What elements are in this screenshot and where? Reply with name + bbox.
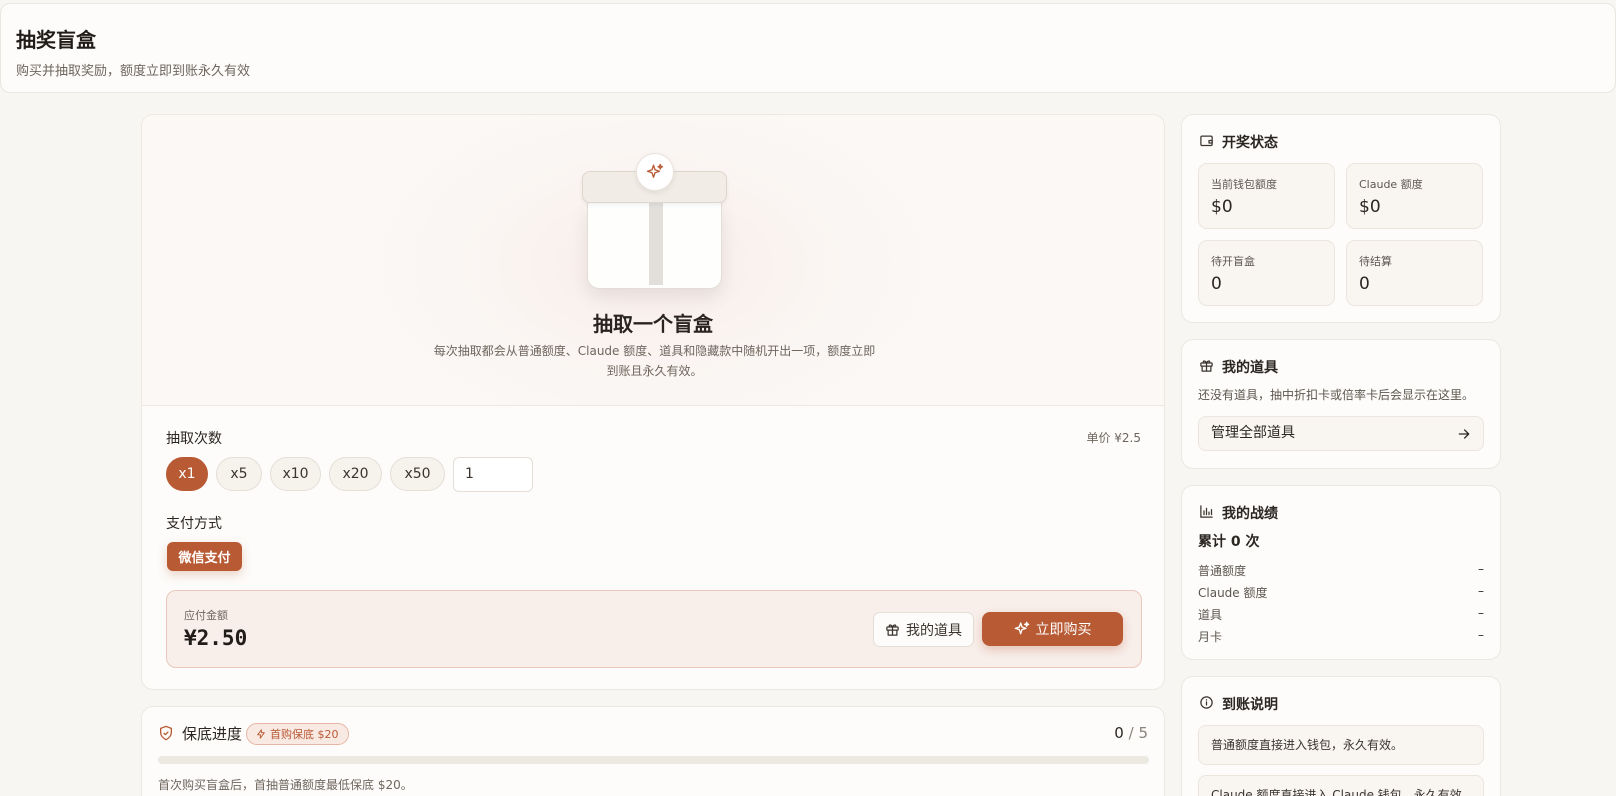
arrival-notes-card: 到账说明 普通额度直接进入钱包，永久有效。 Claude 额度直接进入 Clau… (1181, 676, 1501, 796)
gift-ribbon (649, 203, 663, 285)
my-record-title: 我的战绩 (1222, 506, 1278, 522)
gift-box-illustration (582, 153, 727, 289)
stat-label: 当前钱包额度 (1211, 178, 1277, 191)
page-subtitle: 购买并抽取奖励，额度立即到账永久有效 (16, 64, 251, 79)
record-row: 月卡 – (1198, 628, 1484, 645)
stat-value: 0 (1359, 274, 1370, 294)
buy-now-button[interactable]: 立即购买 (982, 612, 1123, 646)
hero-description: 每次抽取都会从普通额度、Claude 额度、道具和隐藏款中随机开出一项，额度立即… (433, 344, 876, 378)
guarantee-badge: 首购保底 $20 (246, 723, 349, 745)
stat-value: 0 (1211, 274, 1222, 294)
record-row-value: – (1478, 628, 1484, 642)
gift-box-body (587, 203, 722, 289)
record-row-value: – (1478, 562, 1484, 576)
my-items-title: 我的道具 (1222, 360, 1278, 376)
hero-title: 抽取一个盲盒 (593, 312, 713, 336)
guarantee-progress-bar (158, 756, 1149, 764)
page-title: 抽奖盲盒 (16, 28, 96, 52)
guarantee-progress-count: 0 / 5 (1114, 724, 1148, 742)
guarantee-total: 5 (1138, 724, 1148, 742)
record-row: 道具 – (1198, 606, 1484, 623)
draw-status-title: 开奖状态 (1222, 135, 1278, 151)
arrival-note: Claude 额度直接进入 Claude 钱包，永久有效。 (1198, 775, 1484, 796)
arrival-notes-title: 到账说明 (1222, 697, 1278, 713)
arrow-right-icon (1458, 429, 1470, 439)
page-header: 抽奖盲盒 购买并抽取奖励，额度立即到账永久有效 (0, 3, 1616, 93)
gift-icon (1200, 360, 1213, 372)
my-items-card: 我的道具 还没有道具，抽中折扣卡或倍率卡后会显示在这里。 管理全部道具 (1181, 339, 1501, 469)
record-row-label: 月卡 (1198, 630, 1223, 644)
qty-option-x50[interactable]: x50 (390, 457, 445, 491)
record-row-label: 普通额度 (1198, 564, 1247, 578)
stat-pending-boxes: 待开盲盒 0 (1198, 240, 1335, 306)
record-row-label: Claude 额度 (1198, 586, 1268, 600)
unit-price: 单价 ¥2.5 (1086, 431, 1141, 445)
guarantee-separator: / (1128, 724, 1134, 742)
wechat-pay-button[interactable]: 微信支付 (167, 542, 242, 571)
stat-wallet: 当前钱包额度 $0 (1198, 163, 1335, 229)
record-row-label: 道具 (1198, 608, 1223, 622)
record-row-value: – (1478, 606, 1484, 620)
stat-label: 待结算 (1359, 255, 1392, 268)
stat-label: 待开盲盒 (1211, 255, 1255, 268)
payment-method-label: 支付方式 (166, 516, 222, 532)
guarantee-card: 保底进度 首购保底 $20 0 / 5 首次购买盲盒后，首抽普通额度最低保底 $… (141, 706, 1165, 796)
draw-card: 抽取一个盲盒 每次抽取都会从普通额度、Claude 额度、道具和隐藏款中随机开出… (141, 114, 1165, 690)
guarantee-title: 保底进度 (182, 725, 243, 743)
custom-quantity-input[interactable]: 1 (453, 457, 533, 492)
bar-chart-icon (1200, 505, 1213, 518)
my-items-empty-text: 还没有道具，抽中折扣卡或倍率卡后会显示在这里。 (1198, 388, 1475, 402)
guarantee-current: 0 (1114, 724, 1124, 742)
qty-option-x10[interactable]: x10 (270, 457, 321, 491)
gift-icon (886, 624, 899, 636)
buy-now-label: 立即购买 (1035, 622, 1092, 638)
record-row: 普通额度 – (1198, 562, 1484, 579)
qty-option-x5[interactable]: x5 (216, 457, 262, 491)
info-icon (1200, 696, 1213, 709)
my-record-card: 我的战绩 累计 0 次 普通额度 – Claude 额度 – 道具 – 月卡 – (1181, 485, 1501, 660)
bolt-icon (257, 729, 265, 739)
manage-items-button[interactable]: 管理全部道具 (1198, 416, 1484, 451)
hero-section: 抽取一个盲盒 每次抽取都会从普通额度、Claude 额度、道具和隐藏款中随机开出… (142, 115, 1164, 406)
guarantee-badge-label: 首购保底 $20 (270, 728, 339, 741)
my-items-button-label: 我的道具 (906, 622, 962, 639)
guarantee-description: 首次购买盲盒后，首抽普通额度最低保底 $20。 (158, 778, 413, 792)
draw-count-label: 抽取次数 (166, 431, 222, 447)
stat-value: $0 (1211, 197, 1233, 217)
my-items-button[interactable]: 我的道具 (873, 612, 974, 647)
record-total: 累计 0 次 (1198, 534, 1260, 550)
sparkle-icon (636, 153, 674, 191)
draw-status-card: 开奖状态 当前钱包额度 $0 Claude 额度 $0 待开盲盒 0 待结算 0 (1181, 114, 1501, 323)
record-row-value: – (1478, 584, 1484, 598)
amount-label: 应付金额 (184, 609, 228, 622)
stat-claude: Claude 额度 $0 (1346, 163, 1483, 229)
stat-value: $0 (1359, 197, 1381, 217)
stat-label: Claude 额度 (1359, 178, 1423, 191)
record-row: Claude 额度 – (1198, 584, 1484, 601)
stat-pending-settlement: 待结算 0 (1346, 240, 1483, 306)
manage-items-label: 管理全部道具 (1211, 425, 1295, 441)
sparkle-icon (1014, 621, 1029, 635)
qty-option-x20[interactable]: x20 (329, 457, 382, 491)
amount-value: ¥2.50 (184, 626, 248, 650)
qty-option-x1[interactable]: x1 (166, 457, 208, 491)
payment-summary: 应付金额 ¥2.50 我的道具 立即购买 (166, 590, 1142, 668)
wallet-icon (1200, 135, 1213, 147)
shield-icon (160, 725, 172, 741)
arrival-note: 普通额度直接进入钱包，永久有效。 (1198, 725, 1484, 765)
